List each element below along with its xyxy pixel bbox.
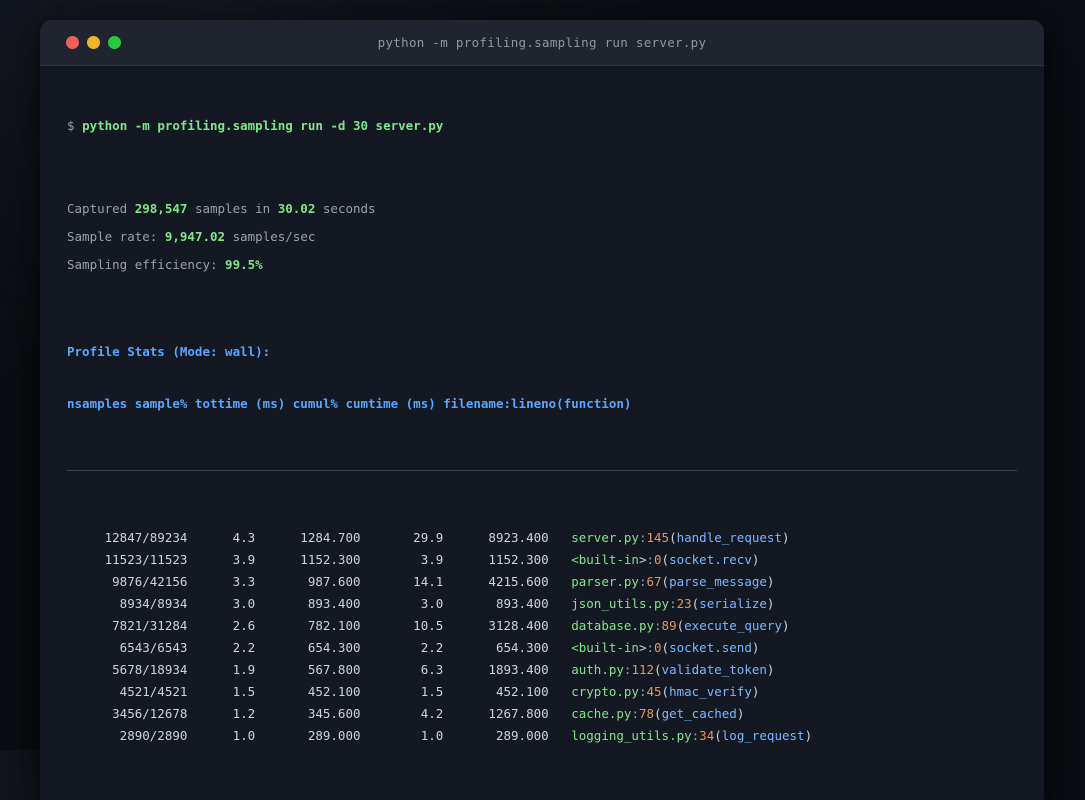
profile-stats-title: Profile Stats (Mode: wall): (67, 344, 271, 359)
window-controls (66, 20, 121, 65)
profile-table-row: 9876/42156 3.3 987.600 14.1 4215.600 par… (67, 574, 775, 589)
command-line: $ python -m profiling.sampling run -d 30… (67, 118, 444, 133)
terminal-output: $ python -m profiling.sampling run -d 30… (40, 66, 1044, 800)
capture-stat-line: Captured 298,547 samples in 30.02 second… (67, 201, 376, 216)
profile-table-row: 8934/8934 3.0 893.400 3.0 893.400 json_u… (67, 596, 775, 611)
profile-table-row: 7821/31284 2.6 782.100 10.5 3128.400 dat… (67, 618, 790, 633)
terminal-window: python -m profiling.sampling run server.… (40, 20, 1044, 800)
capture-stats: Captured 298,547 samples in 30.02 second… (67, 195, 1017, 279)
profile-table-row: 11523/11523 3.9 1152.300 3.9 1152.300 <b… (67, 552, 760, 567)
profile-table-row: 5678/18934 1.9 567.800 6.3 1893.400 auth… (67, 662, 775, 677)
capture-stat-line: Sample rate: 9,947.02 samples/sec (67, 229, 316, 244)
maximize-button[interactable] (108, 36, 121, 49)
profile-table-row: 3456/12678 1.2 345.600 4.2 1267.800 cach… (67, 706, 745, 721)
close-button[interactable] (66, 36, 79, 49)
profile-table: 12847/89234 4.3 1284.700 29.9 8923.400 s… (67, 527, 1017, 747)
window-title: python -m profiling.sampling run server.… (377, 35, 707, 50)
profile-table-row: 12847/89234 4.3 1284.700 29.9 8923.400 s… (67, 530, 790, 545)
profile-table-row: 2890/2890 1.0 289.000 1.0 289.000 loggin… (67, 728, 813, 743)
capture-stat-line: Sampling efficiency: 99.5% (67, 257, 263, 272)
table-separator (67, 470, 1017, 471)
window-titlebar[interactable]: python -m profiling.sampling run server.… (40, 20, 1044, 66)
profile-table-row: 4521/4521 1.5 452.100 1.5 452.100 crypto… (67, 684, 760, 699)
profile-table-row: 6543/6543 2.2 654.300 2.2 654.300 <built… (67, 640, 760, 655)
profile-table-header: nsamples sample% tottime (ms) cumul% cum… (67, 396, 632, 411)
minimize-button[interactable] (87, 36, 100, 49)
